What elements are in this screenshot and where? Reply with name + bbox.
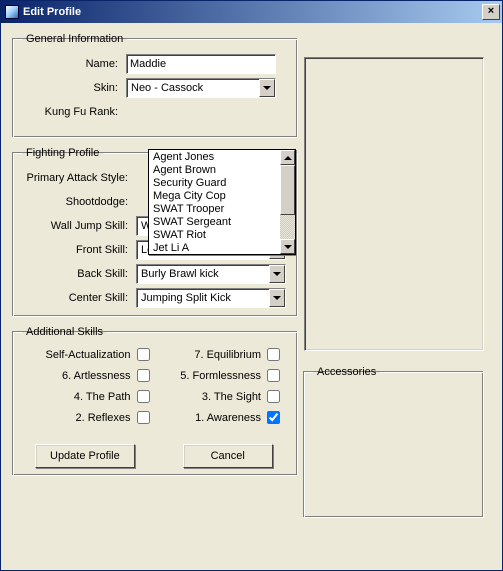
primary-attack-label: Primary Attack Style: xyxy=(22,172,132,184)
skin-option[interactable]: Mega City Cop xyxy=(149,189,280,202)
name-input[interactable] xyxy=(126,54,276,74)
skill-checkbox[interactable] xyxy=(267,348,280,361)
walljump-label: Wall Jump Skill: xyxy=(22,220,132,232)
back-label: Back Skill: xyxy=(22,268,132,280)
skill-checkbox[interactable] xyxy=(137,411,150,424)
skill-label: 3. The Sight xyxy=(159,391,262,403)
scroll-track[interactable] xyxy=(280,165,295,239)
chevron-down-icon[interactable] xyxy=(269,289,285,307)
shootdodge-label: Shootdodge: xyxy=(22,196,132,208)
update-profile-button[interactable]: Update Profile xyxy=(35,444,135,468)
chevron-down-icon[interactable] xyxy=(269,265,285,283)
skill-label: Self-Actualization xyxy=(28,349,131,361)
skill-label: 4. The Path xyxy=(28,391,131,403)
skin-label: Skin: xyxy=(22,82,122,94)
scroll-down-icon[interactable] xyxy=(280,239,295,254)
button-row: Update Profile Cancel xyxy=(35,444,273,468)
skin-option[interactable]: Agent Brown xyxy=(149,163,280,176)
skin-option[interactable]: SWAT Sergeant xyxy=(149,215,280,228)
fighting-legend: Fighting Profile xyxy=(22,147,103,159)
edit-profile-window: Edit Profile × General Information Name:… xyxy=(0,0,503,571)
skin-option[interactable]: SWAT Trooper xyxy=(149,202,280,215)
center-label: Center Skill: xyxy=(22,292,132,304)
window-title: Edit Profile xyxy=(23,6,482,18)
skin-option[interactable]: Agent Jones xyxy=(149,150,280,163)
skill-label: 1. Awareness xyxy=(159,412,262,424)
preview-panel xyxy=(304,57,484,351)
back-value: Burly Brawl kick xyxy=(141,268,219,280)
general-legend: General Information xyxy=(22,33,127,45)
front-label: Front Skill: xyxy=(22,244,132,256)
scroll-up-icon[interactable] xyxy=(280,150,295,165)
skills-legend: Additional Skills xyxy=(22,326,107,338)
app-icon xyxy=(5,5,19,19)
skill-checkbox[interactable] xyxy=(137,369,150,382)
titlebar: Edit Profile × xyxy=(1,1,502,23)
chevron-down-icon[interactable] xyxy=(259,79,275,97)
skill-label: 7. Equilibrium xyxy=(159,349,262,361)
skill-checkbox[interactable] xyxy=(267,390,280,403)
skin-combobox[interactable]: Neo - Cassock xyxy=(126,78,276,98)
center-combobox[interactable]: Jumping Split Kick xyxy=(136,288,286,308)
skin-dropdown-list[interactable]: Agent JonesAgent BrownSecurity GuardMega… xyxy=(148,149,296,255)
skill-label: 2. Reflexes xyxy=(28,412,131,424)
cancel-button[interactable]: Cancel xyxy=(183,444,273,468)
accessories-group: Accessories xyxy=(304,366,484,518)
rank-label: Kung Fu Rank: xyxy=(22,106,122,118)
skill-label: 5. Formlessness xyxy=(159,370,262,382)
scroll-thumb[interactable] xyxy=(280,165,295,215)
close-icon[interactable]: × xyxy=(482,4,500,20)
back-combobox[interactable]: Burly Brawl kick xyxy=(136,264,286,284)
name-label: Name: xyxy=(22,58,122,70)
skill-checkbox[interactable] xyxy=(137,390,150,403)
scrollbar[interactable] xyxy=(280,150,295,254)
skill-checkbox[interactable] xyxy=(267,369,280,382)
skin-option[interactable]: SWAT Riot xyxy=(149,228,280,241)
skin-option[interactable]: Security Guard xyxy=(149,176,280,189)
skin-option[interactable]: Jet Li A xyxy=(149,241,280,254)
center-value: Jumping Split Kick xyxy=(141,292,231,304)
accessories-legend: Accessories xyxy=(313,366,380,378)
skill-label: 6. Artlessness xyxy=(28,370,131,382)
skill-checkbox[interactable] xyxy=(267,411,280,424)
client-area: General Information Name: Skin: Neo - Ca… xyxy=(1,23,502,488)
general-information-group: General Information Name: Skin: Neo - Ca… xyxy=(13,33,298,138)
skill-checkbox[interactable] xyxy=(137,348,150,361)
skin-value: Neo - Cassock xyxy=(131,82,203,94)
